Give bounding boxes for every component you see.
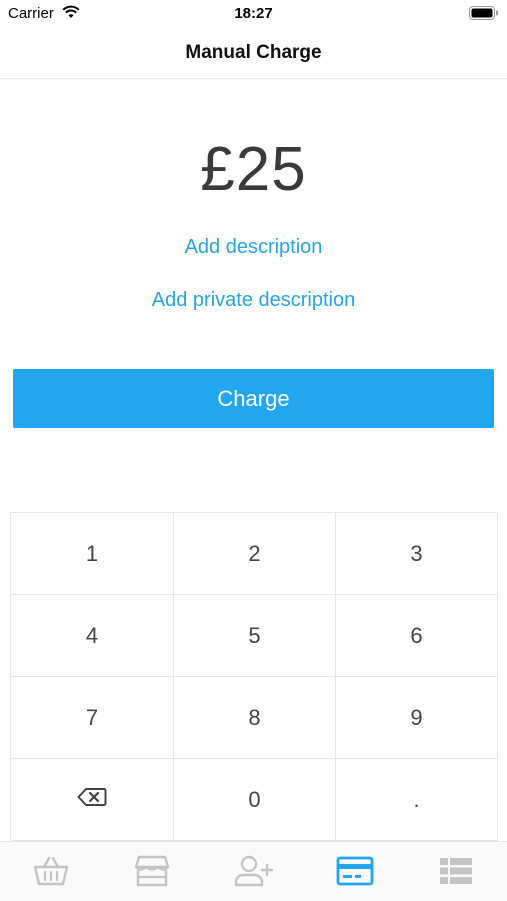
key-2[interactable]: 2 [174, 513, 336, 595]
key-6[interactable]: 6 [336, 595, 498, 677]
tab-transactions[interactable] [406, 842, 507, 901]
tab-store[interactable] [101, 842, 202, 901]
key-4[interactable]: 4 [11, 595, 174, 677]
store-icon [134, 855, 170, 892]
tab-add-customer[interactable] [203, 842, 304, 901]
key-9[interactable]: 9 [336, 677, 498, 759]
page-title: Manual Charge [185, 42, 322, 63]
status-bar: Carrier 18:27 [0, 0, 507, 26]
key-5[interactable]: 5 [174, 595, 336, 677]
key-3[interactable]: 3 [336, 513, 498, 595]
key-1[interactable]: 1 [11, 513, 174, 595]
add-user-icon [234, 855, 274, 892]
tab-basket[interactable] [0, 842, 101, 901]
charge-amount[interactable]: £25 [0, 134, 507, 205]
key-7[interactable]: 7 [11, 677, 174, 759]
nav-bar: Manual Charge [0, 26, 507, 79]
tab-bar [0, 841, 507, 901]
backspace-icon [77, 787, 107, 813]
key-backspace[interactable] [11, 759, 174, 841]
key-0[interactable]: 0 [174, 759, 336, 841]
add-private-description-link[interactable]: Add private description [0, 289, 507, 312]
tab-manual-charge[interactable] [304, 842, 405, 901]
key-8[interactable]: 8 [174, 677, 336, 759]
card-icon [336, 855, 374, 892]
add-description-link[interactable]: Add description [0, 236, 507, 259]
battery-icon [469, 6, 499, 25]
charge-button[interactable]: Charge [13, 369, 494, 428]
list-icon [438, 855, 474, 892]
status-time: 18:27 [234, 5, 273, 22]
basket-icon [33, 855, 69, 892]
keypad: 1 2 3 4 5 6 7 8 9 0 . [10, 512, 498, 841]
key-decimal[interactable]: . [336, 759, 498, 841]
